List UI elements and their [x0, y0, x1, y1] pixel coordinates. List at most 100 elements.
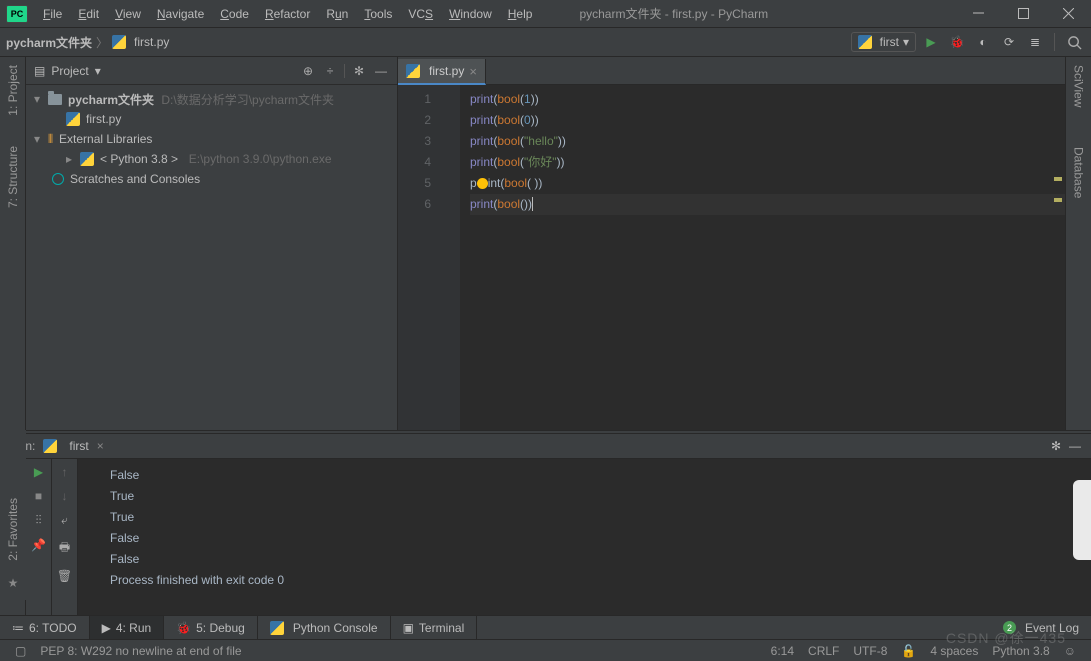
interpreter[interactable]: Python 3.8 — [985, 644, 1056, 658]
arrow-down-icon[interactable]: ▾ — [34, 132, 46, 146]
menu-help[interactable]: Help — [501, 4, 540, 24]
python-path: E:\python 3.9.0\python.exe — [189, 152, 332, 166]
run-config-selector[interactable]: first ▾ — [851, 32, 916, 52]
menu-tools[interactable]: Tools — [357, 4, 399, 24]
maximize-button[interactable] — [1001, 0, 1046, 28]
margin — [442, 85, 460, 430]
panel-title[interactable]: Project — [51, 64, 88, 78]
line-number: 6 — [398, 194, 431, 215]
run-panel: Run: first × ✻ — 2: Favorites ★ ▶ ■ ⫶⫶ 📌… — [0, 434, 1091, 615]
run-button[interactable]: ▶ — [920, 31, 942, 53]
profile-button[interactable]: ⟳ — [998, 31, 1020, 53]
star-icon[interactable]: ★ — [8, 576, 19, 590]
tool-debug[interactable]: 🐞5: Debug — [164, 616, 258, 639]
close-button[interactable] — [1046, 0, 1091, 28]
tool-sciview[interactable]: SciView — [1072, 65, 1086, 107]
status-message: PEP 8: W292 no newline at end of file — [33, 644, 248, 658]
tree-ext-libs[interactable]: ▾ ⫴ External Libraries — [26, 129, 397, 149]
menu-refactor[interactable]: Refactor — [258, 4, 317, 24]
minimize-button[interactable] — [956, 0, 1001, 28]
tool-event-log[interactable]: 2Event Log — [991, 616, 1091, 639]
run-config-name: first — [880, 35, 899, 49]
coverage-button[interactable]: ◐ — [972, 31, 994, 53]
code[interactable]: print(bool(1)) print(bool(0)) print(bool… — [460, 85, 1065, 430]
hide-panel-button[interactable]: — — [1069, 439, 1081, 453]
menu-window[interactable]: Window — [442, 4, 499, 24]
output-line: Process finished with exit code 0 — [110, 570, 1091, 591]
side-handle[interactable] — [1073, 480, 1091, 560]
tree-file[interactable]: first.py — [26, 109, 397, 129]
layout-button[interactable]: ⫶⫶ — [35, 513, 41, 528]
up-icon[interactable]: ↑ — [62, 465, 68, 479]
collapse-icon[interactable]: ÷ — [322, 63, 338, 79]
chevron-down-icon: ▾ — [903, 35, 909, 49]
tool-terminal[interactable]: ▣Terminal — [391, 616, 478, 639]
menu-code[interactable]: Code — [213, 4, 256, 24]
tool-todo[interactable]: ≔6: TODO — [0, 616, 90, 639]
line-number: 4 — [398, 152, 431, 173]
search-everywhere-button[interactable] — [1063, 31, 1085, 53]
gutter: 1 2 3 4 5 6 — [398, 85, 442, 430]
hide-panel-button[interactable]: — — [373, 63, 389, 79]
pycharm-logo-icon: PC — [6, 5, 28, 23]
bulb-icon[interactable] — [477, 178, 488, 189]
print-button[interactable]: 🖶 — [59, 538, 70, 559]
tree-scratches[interactable]: Scratches and Consoles — [26, 169, 397, 189]
run-output[interactable]: False True True False False Process fini… — [78, 459, 1091, 615]
tree-root[interactable]: ▾ pycharm文件夹 D:\数据分析学习\pycharm文件夹 — [26, 89, 397, 109]
python-icon — [80, 152, 94, 166]
down-icon[interactable]: ↓ — [62, 489, 68, 503]
tool-run[interactable]: ▶4: Run — [90, 616, 165, 639]
project-tree[interactable]: ▾ pycharm文件夹 D:\数据分析学习\pycharm文件夹 first.… — [26, 85, 397, 193]
settings-icon[interactable]: ✻ — [1051, 439, 1061, 453]
inspection-icon[interactable]: ☺ — [1057, 644, 1083, 658]
menu-navigate[interactable]: Navigate — [150, 4, 211, 24]
run-config-tab[interactable]: first — [69, 439, 88, 453]
file-name: first.py — [86, 112, 121, 126]
folder-icon — [48, 94, 62, 105]
locate-icon[interactable]: ⊕ — [300, 63, 316, 79]
debug-button[interactable]: 🐞 — [946, 31, 968, 53]
python-file-icon — [858, 35, 872, 49]
root-folder-path: D:\数据分析学习\pycharm文件夹 — [161, 91, 334, 108]
menu-file[interactable]: File — [36, 4, 69, 24]
chevron-right-icon: 〉 — [96, 34, 108, 51]
trash-button[interactable]: 🗑 — [57, 569, 72, 583]
caret-position[interactable]: 6:14 — [764, 644, 801, 658]
menu-vcs[interactable]: VCS — [401, 4, 440, 24]
readonly-icon[interactable]: 🔓 — [894, 644, 923, 658]
quick-panel-icon[interactable]: ▢ — [8, 644, 33, 658]
tool-project[interactable]: 1: Project — [6, 65, 20, 116]
tool-favorites[interactable]: 2: Favorites — [6, 498, 20, 561]
close-tab-icon[interactable]: × — [469, 64, 477, 79]
menu-run[interactable]: Run — [319, 4, 355, 24]
breadcrumb-file[interactable]: first.py — [134, 35, 169, 49]
rerun-button[interactable]: ▶ — [34, 465, 43, 479]
tool-database[interactable]: Database — [1072, 147, 1086, 198]
concurrency-button[interactable]: ≣ — [1024, 31, 1046, 53]
tree-python[interactable]: ▸ < Python 3.8 > E:\python 3.9.0\python.… — [26, 149, 397, 169]
tool-python-console[interactable]: Python Console — [258, 616, 391, 639]
tool-structure[interactable]: 7: Structure — [6, 146, 20, 208]
settings-icon[interactable]: ✻ — [351, 63, 367, 79]
chevron-down-icon[interactable]: ▾ — [95, 64, 101, 78]
menu-edit[interactable]: Edit — [71, 4, 106, 24]
breadcrumb-root[interactable]: pycharm文件夹 — [6, 34, 92, 51]
close-icon[interactable]: × — [97, 439, 104, 453]
indent-setting[interactable]: 4 spaces — [923, 644, 985, 658]
editor-tab[interactable]: first.py × — [398, 59, 486, 85]
folder-icon: ▤ — [34, 64, 45, 78]
stop-button[interactable]: ■ — [35, 489, 42, 503]
python-file-icon — [43, 439, 57, 453]
arrow-down-icon[interactable]: ▾ — [34, 92, 46, 106]
arrow-right-icon[interactable]: ▸ — [66, 152, 78, 166]
project-panel: ▤ Project ▾ ⊕ ÷ ✻ — ▾ pycharm文件夹 D:\数据分析… — [26, 57, 398, 430]
menu-view[interactable]: View — [108, 4, 148, 24]
breadcrumb[interactable]: pycharm文件夹 〉 first.py — [6, 34, 169, 51]
pin-button[interactable]: 📌 — [31, 538, 46, 552]
line-separator[interactable]: CRLF — [801, 644, 846, 658]
soft-wrap-button[interactable]: ⤶ — [61, 513, 68, 528]
file-encoding[interactable]: UTF-8 — [846, 644, 894, 658]
code-area[interactable]: 1 2 3 4 5 6 print(bool(1)) print(bool(0)… — [398, 85, 1065, 430]
right-tool-stripe: SciView Database — [1065, 57, 1091, 430]
